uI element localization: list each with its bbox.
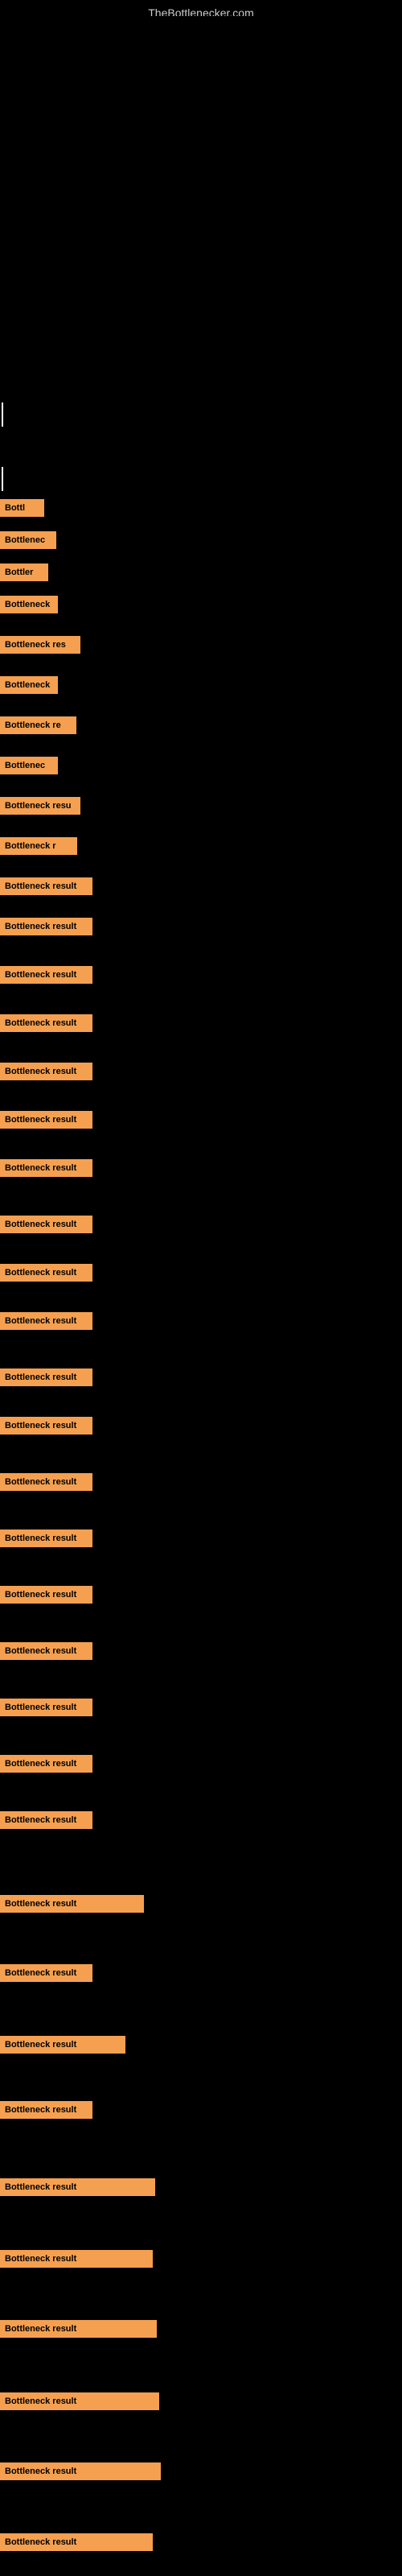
bottleneck-result-item: Bottleneck result — [0, 2101, 92, 2119]
bottleneck-result-item: Bottleneck result — [0, 2178, 155, 2196]
bottleneck-result-item: Bottleneck result — [0, 877, 92, 895]
bottleneck-result-item: Bottleneck result — [0, 1063, 92, 1080]
bottleneck-result-item: Bottleneck result — [0, 1417, 92, 1435]
bottleneck-result-item: Bottleneck — [0, 596, 58, 613]
bottleneck-result-item: Bottleneck result — [0, 918, 92, 935]
bottleneck-result-item: Bottleneck result — [0, 2462, 161, 2480]
bottleneck-result-item: Bottleneck result — [0, 2320, 157, 2338]
bottleneck-result-item: Bottleneck result — [0, 1216, 92, 1233]
bottleneck-result-item: Bottleneck result — [0, 1312, 92, 1330]
bottleneck-result-item: Bottler — [0, 564, 48, 581]
bottleneck-result-item: Bottleneck resu — [0, 797, 80, 815]
bottleneck-result-item: Bottleneck result — [0, 1014, 92, 1032]
bottleneck-result-item: Bottleneck result — [0, 1111, 92, 1129]
bottleneck-result-item: Bottleneck re — [0, 716, 76, 734]
bottleneck-result-item: Bottleneck — [0, 676, 58, 694]
bottleneck-result-item: Bottleneck result — [0, 1264, 92, 1282]
bottleneck-result-item: Bottleneck result — [0, 2533, 153, 2551]
bottleneck-result-item: Bottlenec — [0, 757, 58, 774]
bottleneck-result-item: Bottleneck result — [0, 1586, 92, 1604]
bottleneck-result-item: Bottleneck result — [0, 1895, 144, 1913]
bottleneck-result-item: Bottleneck result — [0, 966, 92, 984]
bottleneck-result-item: Bottleneck result — [0, 2250, 153, 2268]
cursor-line-1 — [2, 402, 3, 427]
bottleneck-result-item: Bottleneck result — [0, 2036, 125, 2054]
bottleneck-result-item: Bottleneck result — [0, 1811, 92, 1829]
bottleneck-result-item: Bottl — [0, 499, 44, 517]
bottleneck-result-item: Bottleneck result — [0, 2392, 159, 2410]
chart-area — [0, 16, 402, 402]
bottleneck-result-item: Bottleneck r — [0, 837, 77, 855]
cursor-line-2 — [2, 467, 3, 491]
bottleneck-result-item: Bottleneck result — [0, 1530, 92, 1547]
bottleneck-result-item: Bottleneck result — [0, 1964, 92, 1982]
bottleneck-result-item: Bottleneck result — [0, 1159, 92, 1177]
bottleneck-result-item: Bottleneck result — [0, 1755, 92, 1773]
bottleneck-result-item: Bottlenec — [0, 531, 56, 549]
bottleneck-result-item: Bottleneck result — [0, 1368, 92, 1386]
bottleneck-result-item: Bottleneck result — [0, 1473, 92, 1491]
bottleneck-result-item: Bottleneck res — [0, 636, 80, 654]
bottleneck-result-item: Bottleneck result — [0, 1699, 92, 1716]
bottleneck-result-item: Bottleneck result — [0, 1642, 92, 1660]
